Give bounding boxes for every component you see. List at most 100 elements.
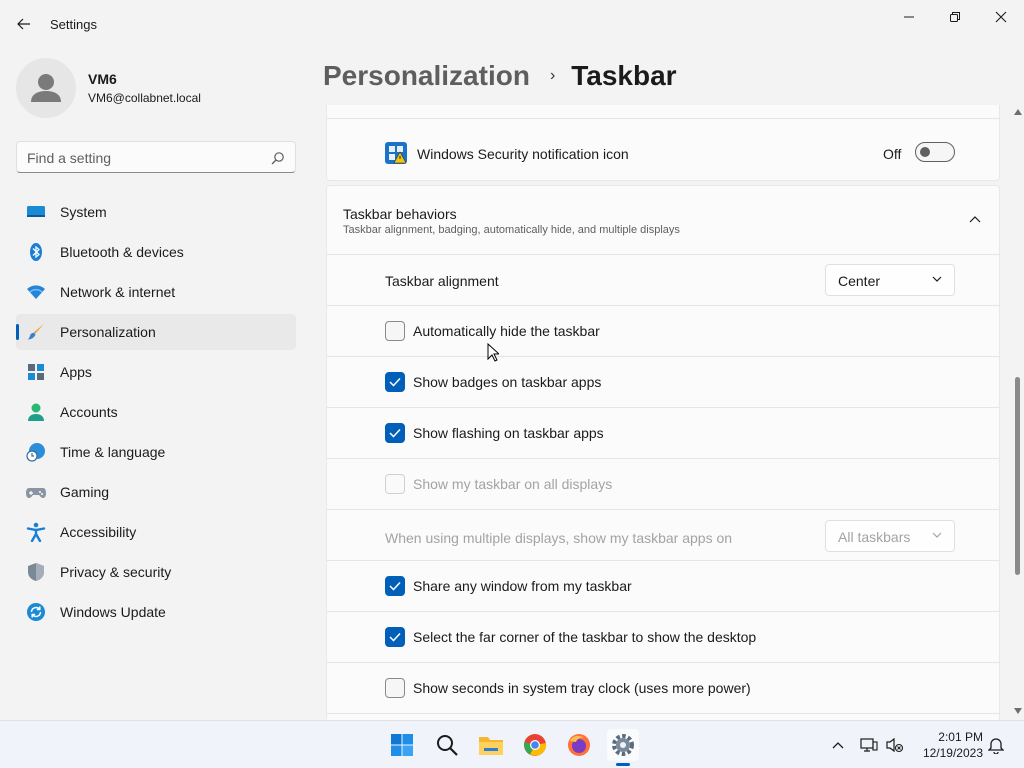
share-window-label: Share any window from my taskbar (413, 578, 632, 594)
scrollbar-thumb[interactable] (1015, 377, 1020, 575)
badges-checkbox[interactable] (385, 372, 405, 392)
multi-display-label: When using multiple displays, show my ta… (385, 530, 733, 546)
next-row (327, 713, 999, 720)
time-language-icon (26, 443, 45, 462)
breadcrumb: Personalization › Taskbar (323, 58, 677, 94)
sidebar-item-privacy-security[interactable]: Privacy & security (16, 554, 296, 590)
taskbar-behaviors-header[interactable]: Taskbar behaviors Taskbar alignment, bad… (327, 186, 999, 254)
close-icon (995, 11, 1007, 23)
flashing-checkbox[interactable] (385, 423, 405, 443)
accessibility-icon (26, 522, 46, 542)
taskbar-search-button[interactable] (431, 729, 463, 761)
show-hidden-icons-button[interactable] (828, 735, 848, 755)
sidebar-item-windows-update[interactable]: Windows Update (16, 594, 296, 630)
checkmark-icon (389, 581, 401, 591)
sidebar-item-label: Apps (60, 364, 92, 380)
chrome-button[interactable] (519, 729, 551, 761)
all-displays-label: Show my taskbar on all displays (413, 476, 613, 492)
search-input[interactable]: Find a setting (16, 141, 296, 173)
taskbar-behaviors-card: Taskbar behaviors Taskbar alignment, bad… (326, 185, 1000, 720)
sidebar-item-label: System (60, 204, 107, 220)
all-displays-row: Show my taskbar on all displays (327, 458, 999, 509)
user-avatar-icon (31, 74, 61, 102)
clock-time: 2:01 PM (938, 730, 983, 744)
sidebar-item-network[interactable]: Network & internet (16, 274, 296, 310)
avatar (16, 58, 76, 118)
security-row-label: Windows Security notification icon (417, 146, 629, 162)
notifications-button[interactable] (986, 735, 1006, 755)
far-corner-label: Select the far corner of the taskbar to … (413, 629, 757, 645)
sidebar-item-accounts[interactable]: Accounts (16, 394, 296, 430)
security-icon-card: Windows Security notification icon Off (326, 105, 1000, 181)
share-window-row: Share any window from my taskbar (327, 560, 999, 611)
checkmark-icon (389, 632, 401, 642)
close-button[interactable] (978, 2, 1024, 32)
auto-hide-checkbox[interactable] (385, 321, 405, 341)
back-button[interactable] (10, 10, 38, 38)
multi-display-value: All taskbars (838, 529, 911, 545)
gamepad-icon (26, 488, 46, 498)
user-profile[interactable]: VM6 VM6@collabnet.local (16, 58, 296, 118)
clock-seconds-row: Show seconds in system tray clock (uses … (327, 662, 999, 713)
clock-seconds-checkbox[interactable] (385, 678, 405, 698)
minimize-button[interactable] (886, 2, 932, 32)
taskbar-clock[interactable]: 2:01 PM 12/19/2023 (915, 729, 983, 761)
sidebar-item-system[interactable]: System (16, 194, 296, 230)
gear-icon (612, 734, 634, 756)
scroll-down-arrow-icon[interactable] (1014, 708, 1022, 714)
file-explorer-button[interactable] (475, 729, 507, 761)
bluetooth-icon (30, 243, 42, 261)
search-placeholder: Find a setting (27, 150, 112, 166)
alignment-dropdown[interactable]: Center (825, 264, 955, 296)
user-email: VM6@collabnet.local (88, 91, 201, 105)
sidebar-item-personalization[interactable]: Personalization (16, 314, 296, 350)
app-title: Settings (50, 17, 97, 32)
windows-security-icon (385, 142, 407, 164)
maximize-button[interactable] (932, 2, 978, 32)
sidebar-item-gaming[interactable]: Gaming (16, 474, 296, 510)
firefox-icon (568, 734, 590, 756)
page-title: Taskbar (571, 60, 677, 91)
mouse-cursor-icon (487, 343, 499, 362)
apps-icon (28, 364, 44, 380)
search-icon (437, 735, 458, 756)
chevron-up-icon (969, 216, 981, 223)
network-tray-button[interactable] (859, 735, 879, 755)
toggle-knob (920, 147, 930, 157)
sidebar-item-time-language[interactable]: Time & language (16, 434, 296, 470)
start-button[interactable] (386, 729, 418, 761)
update-icon (27, 603, 45, 621)
firefox-button[interactable] (563, 729, 595, 761)
sidebar-item-apps[interactable]: Apps (16, 354, 296, 390)
breadcrumb-parent[interactable]: Personalization (323, 60, 530, 92)
sidebar-item-label: Accessibility (60, 524, 137, 540)
vertical-scrollbar[interactable] (1012, 105, 1024, 720)
network-icon (860, 738, 878, 752)
sidebar-item-accessibility[interactable]: Accessibility (16, 514, 296, 550)
flashing-label: Show flashing on taskbar apps (413, 425, 604, 441)
accounts-icon (28, 403, 44, 421)
taskbar: 2:01 PM 12/19/2023 (0, 720, 1024, 768)
volume-tray-button[interactable] (885, 735, 905, 755)
clock-date: 12/19/2023 (922, 746, 983, 760)
clock-seconds-label: Show seconds in system tray clock (uses … (413, 680, 751, 696)
sidebar-item-label: Bluetooth & devices (60, 244, 184, 260)
sidebar-item-label: Gaming (60, 484, 110, 500)
sidebar-item-label: Accounts (60, 404, 118, 420)
sidebar-item-label: Privacy & security (60, 564, 172, 580)
far-corner-row: Select the far corner of the taskbar to … (327, 611, 999, 662)
far-corner-checkbox[interactable] (385, 627, 405, 647)
share-window-checkbox[interactable] (385, 576, 405, 596)
wifi-icon (27, 285, 45, 299)
settings-content: Windows Security notification icon Off T… (326, 105, 1000, 720)
chevron-down-icon (932, 276, 942, 282)
system-icon (27, 206, 45, 217)
security-icon-toggle[interactable] (915, 142, 955, 162)
settings-app-button[interactable] (607, 729, 639, 761)
sidebar-item-bluetooth[interactable]: Bluetooth & devices (16, 234, 296, 270)
scroll-up-arrow-icon[interactable] (1014, 109, 1022, 115)
chevron-up-icon (832, 742, 844, 749)
search-icon (271, 152, 284, 165)
user-name: VM6 (88, 71, 117, 87)
restore-icon (950, 12, 960, 22)
